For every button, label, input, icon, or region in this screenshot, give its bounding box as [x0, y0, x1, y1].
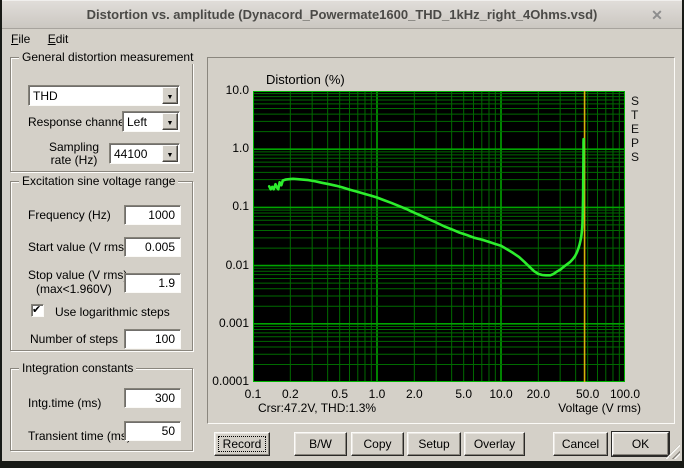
group-title: Integration constants: [19, 361, 137, 375]
y-tick-label: 0.1: [232, 199, 249, 214]
chevron-down-icon: ▼: [166, 152, 174, 159]
sampling-rate-label: Sampling rate (Hz): [48, 140, 100, 167]
record-button[interactable]: Record: [214, 432, 270, 456]
stop-value-label: Stop value (V rms): [28, 268, 128, 282]
measurement-dropdown-button[interactable]: ▼: [162, 87, 178, 104]
close-icon: ✕: [651, 7, 663, 23]
chevron-down-icon: ▼: [166, 120, 174, 127]
frequency-label: Frequency (Hz): [28, 208, 111, 222]
chart-panel: Distortion (%) STEPS Crsr:47.2V, THD:1.3…: [207, 57, 675, 424]
x-tick-label: 0.1: [244, 387, 262, 401]
sampling-rate-value: 44100: [114, 147, 148, 161]
x-tick-label: 2.0: [405, 387, 423, 401]
dialog-window: Distortion vs. amplitude (Dynacord_Power…: [2, 0, 682, 461]
transient-time-label: Transient time (ms): [28, 429, 131, 443]
start-value-input[interactable]: 0.005: [124, 237, 181, 257]
chevron-down-icon: ▼: [166, 94, 174, 101]
cursor-readout: Crsr:47.2V, THD:1.3%: [258, 401, 377, 415]
start-value-label: Start value (V rms): [28, 240, 129, 254]
title-bar[interactable]: Distortion vs. amplitude (Dynacord_Power…: [2, 0, 682, 29]
stop-value-input[interactable]: 1.9: [124, 273, 181, 293]
menu-bar: File Edit: [2, 30, 682, 50]
menu-edit[interactable]: Edit: [41, 30, 76, 48]
y-tick-label: 0.001: [218, 315, 249, 330]
group-title: Excitation sine voltage range: [19, 174, 179, 188]
stop-value-max-label: (max<1.960V): [36, 282, 112, 296]
measurement-select[interactable]: THD ▼: [28, 85, 180, 106]
cancel-button[interactable]: Cancel: [553, 432, 608, 456]
frequency-input[interactable]: 1000: [124, 205, 181, 225]
x-tick-label: 50.0: [575, 387, 600, 401]
intg-time-input[interactable]: 300: [124, 388, 181, 408]
copy-button[interactable]: Copy: [351, 432, 404, 456]
distortion-plot[interactable]: [252, 90, 626, 383]
x-tick-label: 0.2: [281, 387, 299, 401]
sampling-rate-dropdown-button[interactable]: ▼: [162, 145, 178, 162]
overlay-button[interactable]: Overlay: [464, 432, 525, 456]
window-title: Distortion vs. amplitude (Dynacord_Power…: [86, 7, 598, 22]
response-channel-value: Left: [127, 115, 148, 129]
bw-button[interactable]: B/W: [294, 432, 347, 456]
response-channel-label: Response channel: [28, 115, 128, 129]
intg-time-label: Intg.time (ms): [28, 396, 102, 410]
group-integration: Integration constants Intg.time (ms) 300…: [10, 361, 193, 451]
sampling-rate-select[interactable]: 44100 ▼: [109, 143, 180, 164]
y-tick-label: 0.01: [225, 257, 249, 272]
response-channel-dropdown-button[interactable]: ▼: [162, 113, 178, 130]
setup-button[interactable]: Setup: [407, 432, 461, 456]
ok-button[interactable]: OK: [612, 432, 669, 456]
response-channel-select[interactable]: Left ▼: [122, 111, 180, 132]
x-tick-label: 10.0: [489, 387, 513, 401]
x-tick-label: 5.0: [455, 387, 473, 401]
y-tick-label: 0.0001: [212, 374, 249, 388]
x-tick-label: 0.5: [331, 387, 349, 401]
plot-title: Distortion (%): [266, 72, 345, 87]
close-button[interactable]: ✕: [646, 1, 668, 29]
steps-axis-label: STEPS: [631, 94, 640, 164]
group-title: General distortion measurement: [19, 50, 197, 64]
x-axis-title: Voltage (V rms): [558, 401, 641, 415]
menu-file[interactable]: File: [4, 30, 37, 48]
measurement-value: THD: [33, 89, 58, 103]
group-general-distortion: General distortion measurement THD ▼ Res…: [10, 50, 197, 172]
transient-time-input[interactable]: 50: [124, 421, 181, 441]
log-steps-label: Use logarithmic steps: [55, 305, 170, 319]
distortion-plot-svg: [252, 90, 626, 383]
x-tick-label: 1.0: [368, 387, 386, 401]
checkmark-icon: ✔: [32, 304, 42, 316]
number-of-steps-input[interactable]: 100: [124, 329, 181, 349]
x-tick-label: 20.0: [526, 387, 550, 401]
group-excitation: Excitation sine voltage range Frequency …: [10, 174, 193, 351]
y-tick-label: 1.0: [232, 141, 249, 156]
x-tick-label: 100.0: [609, 387, 641, 401]
log-steps-checkbox[interactable]: ✔: [31, 304, 44, 317]
y-tick-label: 10.0: [225, 83, 249, 97]
number-of-steps-label: Number of steps: [30, 332, 119, 346]
